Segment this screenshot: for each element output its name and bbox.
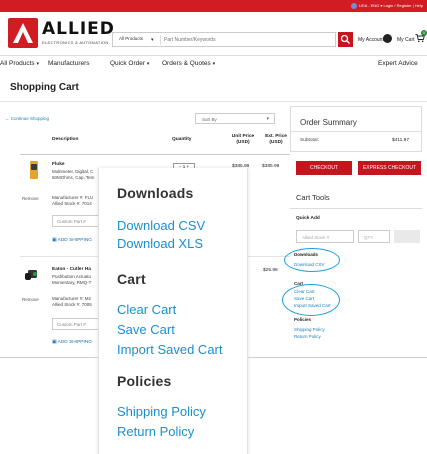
zoom-download-csv-link[interactable]: Download CSV — [117, 218, 205, 233]
col-ext-price: Ext. Price (USD) — [265, 134, 287, 145]
shipping-policy-link-mini[interactable]: Shipping Policy — [294, 327, 325, 332]
nav-all-products-label: All Products — [0, 60, 35, 67]
nav-orders-quotes-label: Orders & Quotes — [162, 60, 211, 67]
my-account-link[interactable]: My Account — [358, 37, 384, 43]
nav-all-products[interactable]: All Products ▾ — [0, 60, 39, 67]
order-summary-divider — [290, 131, 422, 132]
chevron-down-icon: ▾ — [266, 116, 269, 122]
allied-stock-number: Allied Stock #: 7014 — [52, 201, 92, 206]
globe-icon — [351, 2, 358, 9]
return-policy-link-mini[interactable]: Return Policy — [294, 334, 321, 339]
main-nav: All Products ▾ Manufacturers Quick Order… — [0, 56, 427, 72]
zoom-clear-cart-link[interactable]: Clear Cart — [117, 302, 176, 317]
express-checkout-button[interactable]: EXPRESS CHECKOUT — [358, 161, 421, 175]
remove-link[interactable]: Remove — [22, 297, 39, 302]
quick-add-button[interactable] — [394, 230, 420, 243]
add-shipping-label: ADD SHIPPING — [57, 238, 93, 243]
multimeter-image[interactable] — [30, 161, 38, 179]
screenshot-bottom-edge — [0, 357, 98, 358]
zoom-downloads-heading: Downloads — [117, 185, 194, 201]
my-cart-link[interactable]: My Cart — [397, 37, 415, 43]
utility-bar: USA - ENG ▾ Login / Register | Help — [0, 0, 427, 12]
login-link[interactable]: Login / Register | Help — [383, 3, 423, 8]
ext-price: $385.99 — [262, 164, 280, 169]
brand-name[interactable]: ALLIED — [42, 20, 115, 38]
qty-input[interactable]: QTY — [358, 230, 390, 243]
item-desc-line2: 50MOhms, Cap, Tem — [52, 175, 95, 180]
policies-heading-mini: Policies — [294, 317, 312, 322]
zoom-callout: Downloads Download CSV Download XLS Cart… — [98, 168, 248, 454]
nav-quick-order-label: Quick Order — [110, 60, 146, 67]
subtotal-value: $411.97 — [392, 138, 409, 143]
add-shipping-link[interactable]: ▣ ADD SHIPPING — [52, 238, 92, 243]
cart-count-badge: 0 — [421, 30, 427, 36]
chevron-down-icon[interactable]: ▾ — [151, 37, 154, 43]
title-divider — [0, 101, 427, 102]
chevron-down-icon: ▾ — [36, 61, 40, 67]
downloads-highlight — [284, 248, 340, 272]
order-summary-title: Order Summary — [300, 118, 357, 127]
nav-quick-order[interactable]: Quick Order ▾ — [110, 60, 149, 67]
calendar-icon: ▣ — [52, 340, 57, 345]
ext-price: $25.98 — [263, 268, 278, 273]
search-bar: All Products ▾ — [112, 32, 336, 47]
search-scope-select[interactable]: All Products — [119, 36, 143, 41]
pushbutton-image[interactable] — [24, 268, 40, 282]
col-description: Description — [52, 137, 79, 142]
zoom-policies-heading: Policies — [117, 373, 172, 389]
order-summary-panel — [290, 106, 422, 152]
utility-links[interactable]: USA - ENG ▾ Login / Register | Help — [351, 2, 423, 10]
cart-tools-divider — [290, 208, 422, 209]
brand-tagline: ELECTRONICS & AUTOMATION — [42, 40, 109, 45]
add-shipping-link[interactable]: ▣ ADD SHIPPING — [52, 340, 92, 345]
region-selector[interactable]: USA - ENG — [359, 3, 379, 8]
account-icon[interactable] — [383, 34, 392, 43]
search-divider — [160, 35, 161, 45]
search-icon — [340, 34, 350, 44]
sort-by-select[interactable]: Sort By ▾ — [195, 113, 275, 124]
chevron-down-icon: ▾ — [212, 61, 216, 67]
allied-logo-icon[interactable] — [8, 18, 38, 48]
screenshot-bottom-edge — [248, 357, 427, 358]
allied-stock-number: Allied Stock #: 7005 — [52, 302, 92, 307]
quick-add-label: Quick Add — [296, 216, 320, 221]
remove-link[interactable]: Remove — [22, 196, 39, 201]
sort-by-label: Sort By — [202, 117, 217, 122]
calendar-icon: ▣ — [52, 238, 57, 243]
cart-tools-title: Cart Tools — [296, 193, 330, 202]
add-shipping-label: ADD SHIPPING — [57, 340, 93, 345]
col-quantity: Quantity — [172, 137, 192, 142]
col-unit-price: Unit Price (USD) — [231, 134, 255, 145]
zoom-shipping-policy-link[interactable]: Shipping Policy — [117, 404, 206, 419]
item-title[interactable]: Eaton - Cutler Ha — [52, 267, 91, 272]
table-header-divider — [20, 154, 290, 155]
allied-stock-input[interactable]: Allied Stock # — [296, 230, 354, 243]
zoom-cart-heading: Cart — [117, 271, 146, 287]
subtotal-label: Subtotal: — [300, 138, 319, 143]
nav-manufacturers[interactable]: Manufacturers — [48, 60, 90, 67]
item-desc-line2: Momentary, RMQ-T — [52, 280, 92, 285]
zoom-download-xls-link[interactable]: Download XLS — [117, 236, 203, 251]
item-title[interactable]: Fluke — [52, 162, 65, 167]
cart-highlight — [282, 284, 340, 316]
zoom-return-policy-link[interactable]: Return Policy — [117, 424, 194, 439]
search-button[interactable] — [338, 32, 353, 47]
search-input[interactable] — [164, 34, 314, 45]
page-title: Shopping Cart — [10, 82, 79, 93]
zoom-save-cart-link[interactable]: Save Cart — [117, 322, 175, 337]
checkout-button[interactable]: CHECKOUT — [296, 161, 352, 175]
continue-shopping-link[interactable]: ← Continue Shopping — [5, 116, 49, 121]
continue-shopping-label: Continue Shopping — [10, 116, 50, 121]
zoom-import-cart-link[interactable]: Import Saved Cart — [117, 342, 223, 357]
nav-expert-advice[interactable]: Expert Advice — [378, 60, 418, 67]
chevron-down-icon: ▾ — [146, 61, 150, 67]
nav-orders-quotes[interactable]: Orders & Quotes ▾ — [162, 60, 215, 67]
